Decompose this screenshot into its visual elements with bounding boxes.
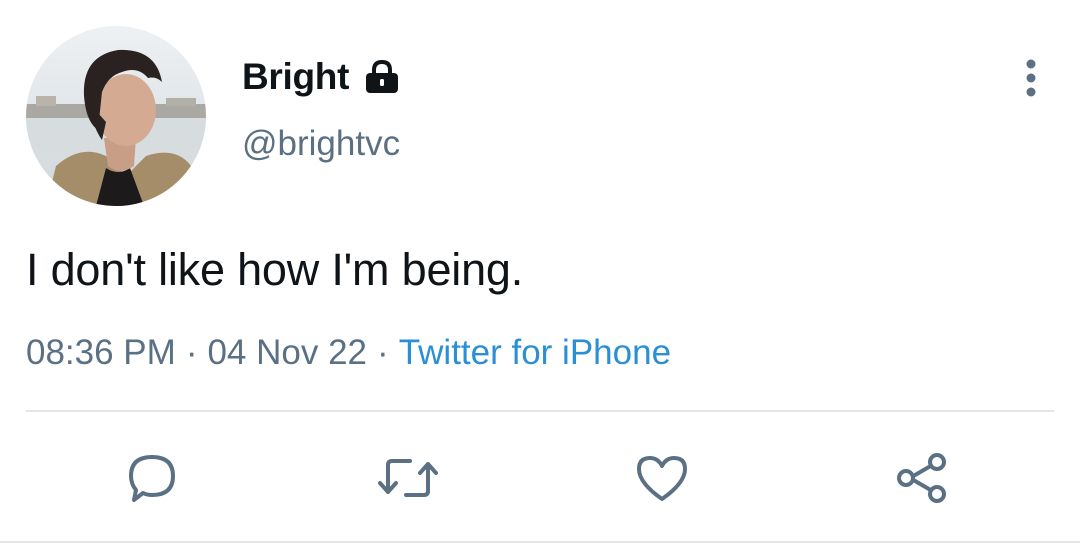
retweet-icon <box>376 451 440 510</box>
retweet-button[interactable] <box>378 450 438 510</box>
tweet-source-link[interactable]: Twitter for iPhone <box>399 333 671 372</box>
user-handle[interactable]: @brightvc <box>242 124 400 164</box>
tweet-date: 04 Nov 22 <box>207 333 368 372</box>
heart-icon <box>633 451 691 510</box>
divider <box>26 410 1054 412</box>
author-name-row: Bright <box>242 56 401 98</box>
display-name[interactable]: Bright <box>242 56 349 98</box>
lock-icon <box>363 60 401 94</box>
avatar[interactable] <box>26 26 206 206</box>
tweet-time: 08:36 PM <box>26 333 176 372</box>
meta-separator: · <box>185 333 198 372</box>
tweet-meta: 08:36 PM · 04 Nov 22 · Twitter for iPhone <box>26 333 671 373</box>
meta-separator: · <box>377 333 389 372</box>
share-button[interactable] <box>892 450 952 510</box>
share-icon <box>893 451 951 510</box>
profile-photo <box>26 26 206 206</box>
bottom-divider <box>0 541 1080 543</box>
more-vertical-icon[interactable] <box>1012 54 1050 102</box>
reply-button[interactable] <box>122 450 182 510</box>
like-button[interactable] <box>632 450 692 510</box>
comment-icon <box>125 451 179 510</box>
tweet-text: I don't like how I'm being. <box>26 244 524 295</box>
